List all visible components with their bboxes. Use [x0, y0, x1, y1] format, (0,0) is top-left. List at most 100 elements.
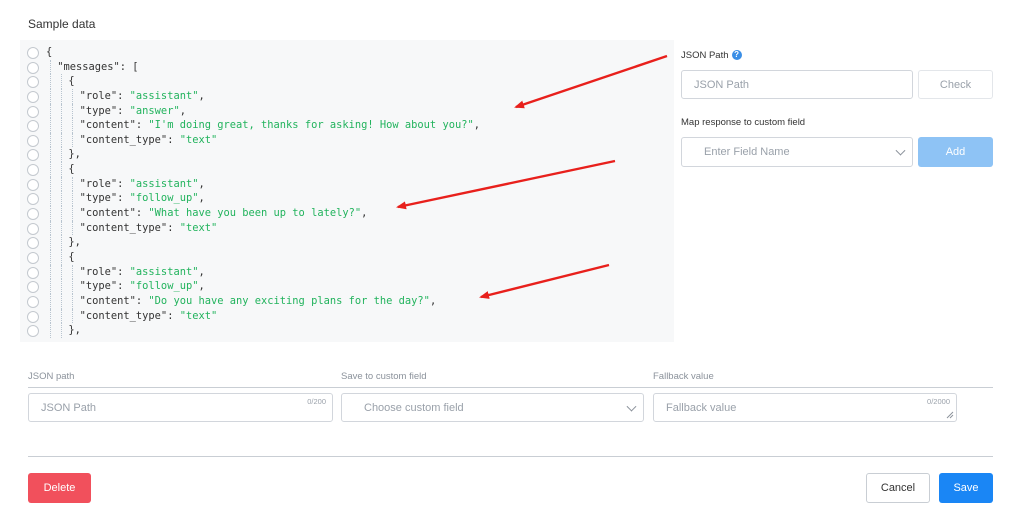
indent-guide: [61, 191, 63, 207]
json-path-label: JSON Path?: [681, 50, 742, 61]
indent-guide: [50, 323, 51, 338]
code-line-content: {: [68, 250, 74, 265]
indent-guide: [72, 279, 74, 294]
line-select-radio[interactable]: [27, 149, 39, 162]
json-token: :: [117, 89, 130, 102]
chevron-down-icon: [895, 145, 906, 156]
line-select-radio[interactable]: [27, 105, 39, 118]
col-label-custom-field: Save to custom field: [341, 371, 427, 382]
indent-guide: [61, 206, 63, 221]
code-line-content: "role": "assistant",: [80, 89, 205, 104]
line-select-radio[interactable]: [27, 222, 39, 235]
indent-guide: [61, 235, 63, 250]
line-select-radio[interactable]: [27, 178, 39, 191]
line-select-radio[interactable]: [27, 310, 39, 323]
fallback-value-textarea[interactable]: Fallback value 0/2000: [653, 393, 957, 422]
fallback-char-counter: 0/2000: [927, 397, 950, 406]
code-line-content: "role": "assistant",: [80, 177, 205, 192]
fallback-placeholder: Fallback value: [666, 401, 737, 414]
indent-guide: [50, 147, 51, 163]
json-token: ,: [179, 104, 186, 117]
indent-guide: [72, 220, 74, 236]
json-token: "role": [79, 265, 118, 278]
line-select-radio[interactable]: [27, 266, 39, 279]
indent-guide: [72, 206, 74, 221]
line-select-radio[interactable]: [27, 237, 39, 250]
code-line-content: "messages": [: [57, 60, 138, 75]
json-token: :: [117, 177, 130, 190]
indent-guide: [72, 264, 74, 280]
json-token: :: [117, 280, 130, 293]
code-line-content: {: [68, 162, 74, 177]
json-string-value: "text": [179, 221, 218, 234]
indent-guide: [50, 220, 51, 236]
line-select-radio[interactable]: [27, 281, 39, 294]
check-button[interactable]: Check: [918, 70, 993, 99]
indent-guide: [61, 308, 63, 324]
json-token: :: [117, 265, 130, 278]
line-select-radio[interactable]: [27, 325, 39, 338]
json-token: "type": [79, 192, 118, 205]
resize-grip-icon[interactable]: [946, 411, 954, 419]
json-token: {: [46, 46, 53, 58]
line-radio-gutter: [27, 47, 39, 340]
indent-guide: [50, 176, 51, 192]
json-string-value: "Do you have any exciting plans for the …: [148, 294, 430, 307]
json-token: :: [167, 221, 180, 234]
line-select-radio[interactable]: [27, 208, 39, 221]
json-token: :: [167, 133, 180, 146]
json-token: },: [68, 236, 81, 249]
indent-guide: [61, 132, 63, 148]
add-button[interactable]: Add: [918, 137, 993, 167]
json-token: "type": [79, 280, 118, 293]
json-token: :: [167, 309, 180, 322]
indent-guide: [72, 88, 74, 104]
indent-guide: [50, 279, 51, 294]
line-select-radio[interactable]: [27, 47, 39, 59]
line-select-radio[interactable]: [27, 251, 39, 264]
question-circle-icon[interactable]: ?: [731, 50, 742, 61]
json-string-value: "assistant": [129, 177, 199, 190]
indent-guide: [72, 118, 74, 133]
custom-field-name-select[interactable]: Enter Field Name: [681, 137, 913, 167]
custom-field-select[interactable]: Choose custom field: [341, 393, 644, 422]
line-select-radio[interactable]: [27, 61, 39, 74]
json-token: "content": [79, 119, 136, 132]
json-token: "type": [79, 104, 118, 117]
code-line-content: "content": "Do you have any exciting pla…: [80, 294, 437, 309]
cancel-button[interactable]: Cancel: [866, 473, 930, 503]
line-select-radio[interactable]: [27, 134, 39, 147]
indent-guide: [61, 176, 63, 192]
indent-guide: [50, 59, 51, 75]
indent-guide: [61, 279, 63, 294]
line-select-radio[interactable]: [27, 120, 39, 133]
json-token: ,: [198, 89, 205, 102]
indent-guide: [61, 162, 63, 177]
line-select-radio[interactable]: [27, 90, 39, 103]
line-select-radio[interactable]: [27, 76, 39, 89]
line-select-radio[interactable]: [27, 193, 39, 206]
json-path-input[interactable]: JSON Path: [681, 70, 913, 99]
json-token: "content_type": [79, 133, 168, 146]
line-select-radio[interactable]: [27, 164, 39, 177]
json-token: },: [68, 324, 81, 337]
code-line-content: },: [68, 323, 81, 338]
code-line-content: "content_type": "text": [80, 221, 218, 236]
sample-json-code-block: {"messages": [{"role": "assistant", "type…: [20, 40, 674, 342]
indent-guide: [72, 103, 74, 119]
json-string-value: "assistant": [129, 89, 199, 102]
map-response-label: Map response to custom field: [681, 117, 806, 128]
delete-button[interactable]: Delete: [28, 473, 91, 503]
json-token: :: [135, 119, 149, 132]
json-token: },: [68, 148, 81, 161]
mapping-json-path-placeholder: JSON Path: [41, 401, 97, 414]
mapping-json-path-input[interactable]: JSON Path 0/200: [28, 393, 333, 422]
indent-guide: [61, 103, 63, 119]
save-button[interactable]: Save: [939, 473, 993, 503]
json-token: ,: [361, 207, 368, 220]
sample-data-title: Sample data: [28, 17, 96, 31]
line-select-radio[interactable]: [27, 295, 39, 308]
code-line-content: "type": "follow_up",: [80, 191, 205, 206]
code-line-content: },: [68, 235, 81, 250]
json-string-value: "assistant": [129, 265, 199, 278]
